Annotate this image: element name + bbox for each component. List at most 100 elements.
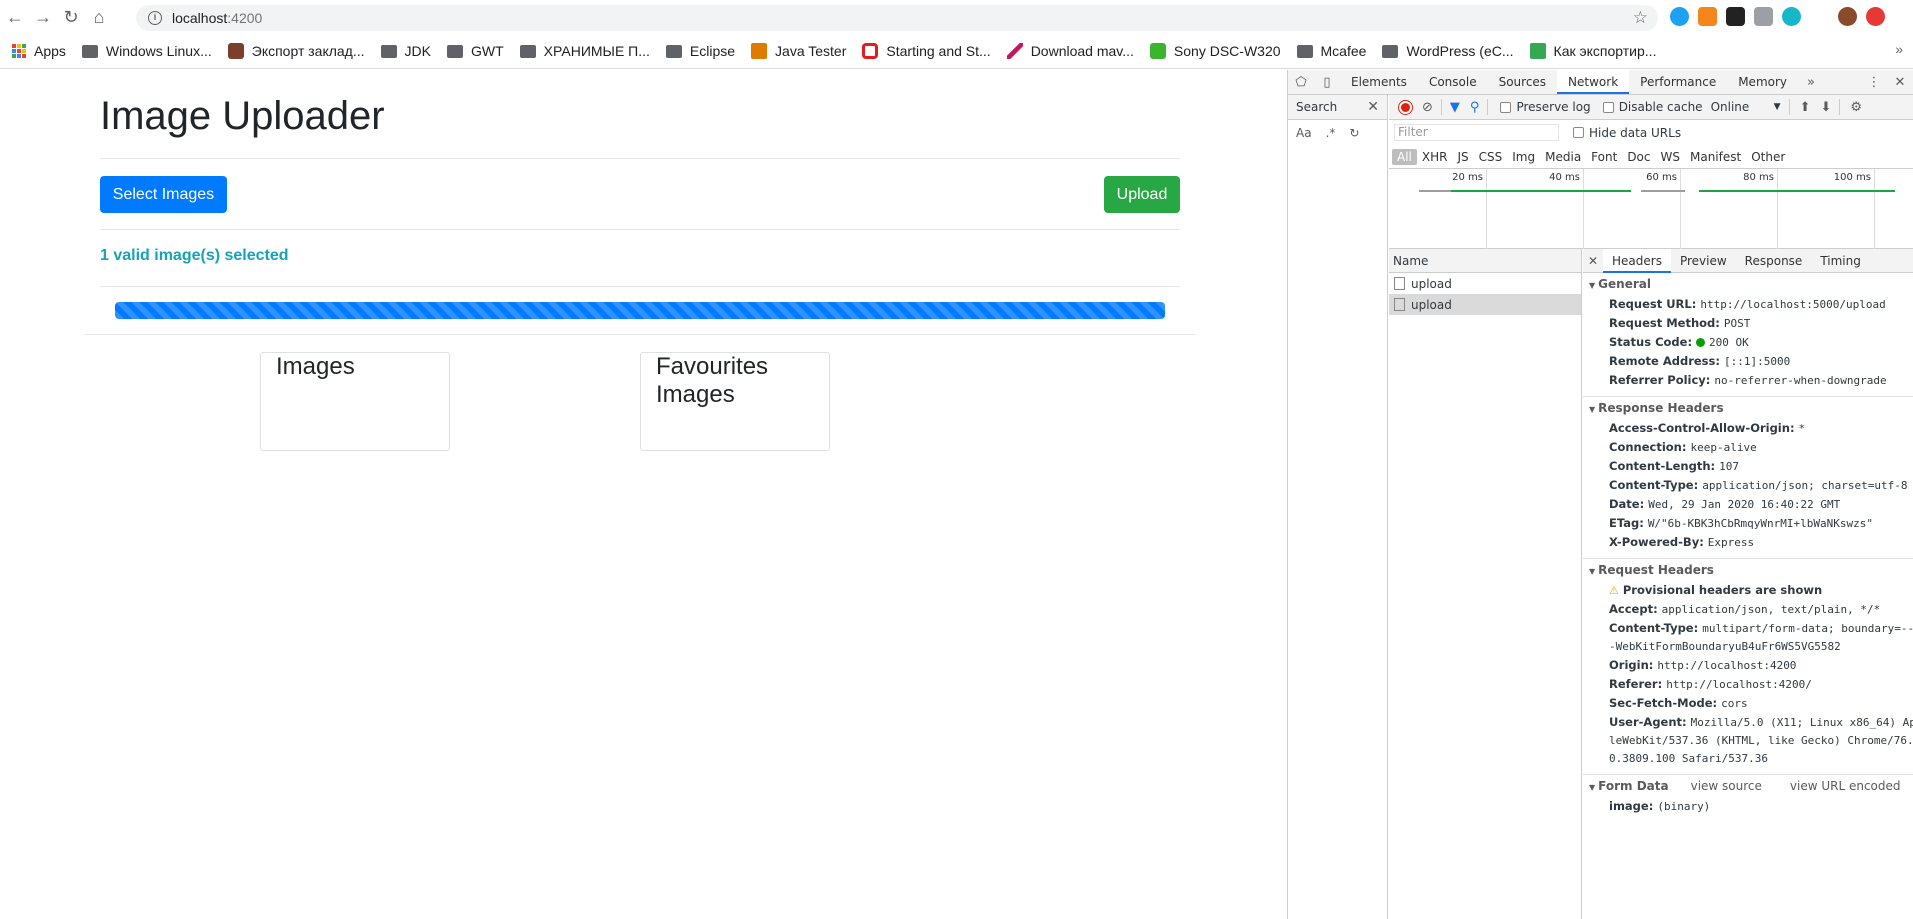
timeline-bar bbox=[1641, 190, 1685, 192]
request-row-selected[interactable]: upload bbox=[1389, 294, 1581, 315]
type-filter-ws[interactable]: WS bbox=[1656, 149, 1685, 165]
header-key: Origin: bbox=[1609, 658, 1654, 672]
bookmark-item[interactable]: GWT bbox=[443, 38, 508, 64]
view-source-link[interactable]: view source bbox=[1691, 779, 1762, 793]
bookmark-item[interactable]: Sony DSC-W320 bbox=[1146, 38, 1285, 64]
back-arrow-icon[interactable]: ← bbox=[2, 4, 28, 30]
tab-response[interactable]: Response bbox=[1736, 249, 1812, 273]
hide-data-urls-checkbox[interactable]: Hide data URLs bbox=[1573, 126, 1681, 140]
disable-cache-checkbox[interactable]: Disable cache bbox=[1602, 100, 1703, 114]
general-section-toggle[interactable]: ▼ General bbox=[1583, 273, 1913, 295]
forward-arrow-icon[interactable]: → bbox=[30, 4, 56, 30]
form-data-toggle[interactable]: ▼ Form Data view source view URL encoded bbox=[1583, 775, 1913, 797]
upload-button[interactable]: Upload bbox=[1104, 176, 1180, 213]
preserve-log-checkbox[interactable]: Preserve log bbox=[1500, 100, 1591, 114]
kebab-menu-icon[interactable]: ⋮ bbox=[1861, 70, 1887, 94]
type-filter-xhr[interactable]: XHR bbox=[1417, 149, 1453, 165]
address-bar[interactable]: i localhost:4200 ☆ bbox=[136, 5, 1658, 31]
close-search-icon[interactable]: ✕ bbox=[1367, 99, 1379, 115]
type-filter-all[interactable]: All bbox=[1392, 148, 1417, 165]
bookmark-item[interactable]: Download mav... bbox=[1003, 38, 1138, 64]
extension-icon[interactable] bbox=[1726, 7, 1745, 26]
tab-performance[interactable]: Performance bbox=[1629, 70, 1727, 94]
checkbox-box[interactable] bbox=[1573, 127, 1584, 138]
device-toolbar-icon[interactable]: ▯ bbox=[1314, 70, 1340, 94]
bookmark-label: Java Tester bbox=[775, 43, 847, 59]
name-column-header[interactable]: Name bbox=[1389, 249, 1581, 273]
bookmark-item[interactable]: Как экспортир... bbox=[1526, 38, 1661, 64]
info-icon[interactable]: i bbox=[148, 11, 162, 25]
bookmark-item[interactable]: Eclipse bbox=[662, 38, 739, 64]
header-value-continued: 0.3809.100 Safari/537.36 bbox=[1609, 752, 1768, 765]
filter-input[interactable]: Filter bbox=[1394, 124, 1559, 141]
tab-network[interactable]: Network bbox=[1557, 70, 1630, 94]
view-url-encoded-link[interactable]: view URL encoded bbox=[1790, 779, 1901, 793]
address-url[interactable]: localhost:4200 bbox=[172, 10, 262, 26]
request-headers-toggle[interactable]: ▼ Request Headers bbox=[1583, 559, 1913, 581]
close-devtools-icon[interactable]: ✕ bbox=[1887, 70, 1913, 94]
tab-headers[interactable]: Headers bbox=[1603, 249, 1671, 273]
tab-timing[interactable]: Timing bbox=[1811, 249, 1870, 273]
reload-icon[interactable]: ↻ bbox=[58, 4, 84, 30]
type-filter-doc[interactable]: Doc bbox=[1622, 149, 1655, 165]
more-tabs-icon[interactable]: » bbox=[1798, 70, 1824, 94]
update-icon[interactable] bbox=[1866, 7, 1885, 26]
clear-icon[interactable]: ⊘ bbox=[1422, 100, 1433, 115]
tab-preview[interactable]: Preview bbox=[1671, 249, 1736, 273]
devtools-panel: ⬠ ▯ Elements Console Sources Network Per… bbox=[1287, 70, 1913, 919]
bookmarks-overflow-button[interactable]: » bbox=[1895, 41, 1903, 57]
tab-sources[interactable]: Sources bbox=[1488, 70, 1557, 94]
bookmark-item[interactable]: JDK bbox=[377, 38, 435, 64]
type-filter-media[interactable]: Media bbox=[1540, 149, 1586, 165]
checkbox-box[interactable] bbox=[1602, 101, 1614, 113]
bookmark-item[interactable]: WordPress (eC... bbox=[1378, 38, 1517, 64]
type-filter-js[interactable]: JS bbox=[1452, 149, 1473, 165]
location-icon[interactable] bbox=[1782, 7, 1801, 26]
bookmark-item[interactable]: ХРАНИМЫЕ П... bbox=[516, 38, 654, 64]
record-icon[interactable] bbox=[1399, 100, 1412, 114]
export-har-icon[interactable]: ⬇ bbox=[1820, 100, 1831, 115]
timeline-tick-label: 100 ms bbox=[1833, 172, 1871, 183]
response-headers-toggle[interactable]: ▼ Response Headers bbox=[1583, 397, 1913, 419]
settings-gear-icon[interactable]: ⚙ bbox=[1850, 100, 1862, 115]
close-details-icon[interactable]: ✕ bbox=[1583, 254, 1603, 268]
checkbox-box[interactable] bbox=[1500, 101, 1512, 113]
type-filter-img[interactable]: Img bbox=[1507, 149, 1540, 165]
tab-elements[interactable]: Elements bbox=[1340, 70, 1418, 94]
header-key: Content-Length: bbox=[1609, 459, 1716, 473]
import-har-icon[interactable]: ⬆ bbox=[1800, 100, 1811, 115]
network-timeline-overview[interactable]: 20 ms 40 ms 60 ms 80 ms 100 ms bbox=[1389, 169, 1913, 249]
type-filter-other[interactable]: Other bbox=[1746, 149, 1790, 165]
bookmark-star-icon[interactable]: ☆ bbox=[1633, 8, 1648, 28]
header-key: Status Code: bbox=[1609, 335, 1693, 349]
cast-icon[interactable] bbox=[1754, 7, 1773, 26]
request-row[interactable]: upload bbox=[1389, 273, 1581, 294]
inspect-element-icon[interactable]: ⬠ bbox=[1288, 70, 1314, 94]
type-filter-font[interactable]: Font bbox=[1586, 149, 1622, 165]
tab-memory[interactable]: Memory bbox=[1727, 70, 1798, 94]
bookmark-item[interactable]: Java Tester bbox=[747, 38, 850, 64]
bookmark-item[interactable]: Экспорт заклад... bbox=[224, 38, 369, 64]
timeline-tick: 60 ms bbox=[1646, 169, 1681, 249]
warning-icon: ⚠ bbox=[1609, 584, 1619, 597]
home-icon[interactable]: ⌂ bbox=[86, 4, 112, 30]
header-key: Sec-Fetch-Mode: bbox=[1609, 696, 1718, 710]
select-images-button[interactable]: Select Images bbox=[100, 176, 227, 213]
match-case-toggle[interactable]: Aa bbox=[1296, 126, 1312, 140]
bookmark-item[interactable]: Windows Linux... bbox=[78, 38, 216, 64]
avatar[interactable] bbox=[1838, 7, 1857, 26]
type-filter-css[interactable]: CSS bbox=[1474, 149, 1508, 165]
metamask-icon[interactable] bbox=[1698, 7, 1717, 26]
regex-toggle[interactable]: .* bbox=[1326, 126, 1336, 140]
search-icon[interactable]: ⚲ bbox=[1470, 100, 1480, 115]
type-filter-manifest[interactable]: Manifest bbox=[1685, 149, 1746, 165]
bookmark-item[interactable]: Starting and St... bbox=[858, 38, 994, 64]
bookmark-apps[interactable]: Apps bbox=[8, 38, 70, 64]
tab-console[interactable]: Console bbox=[1418, 70, 1488, 94]
bookmark-item[interactable]: Mcafee bbox=[1293, 38, 1371, 64]
filter-icon[interactable]: ▼ bbox=[1450, 100, 1460, 115]
throttling-select[interactable]: Online ▼ bbox=[1711, 100, 1781, 114]
bookmark-label: Sony DSC-W320 bbox=[1173, 43, 1281, 59]
refresh-icon[interactable]: ↻ bbox=[1349, 126, 1359, 140]
skype-icon[interactable] bbox=[1670, 7, 1689, 26]
